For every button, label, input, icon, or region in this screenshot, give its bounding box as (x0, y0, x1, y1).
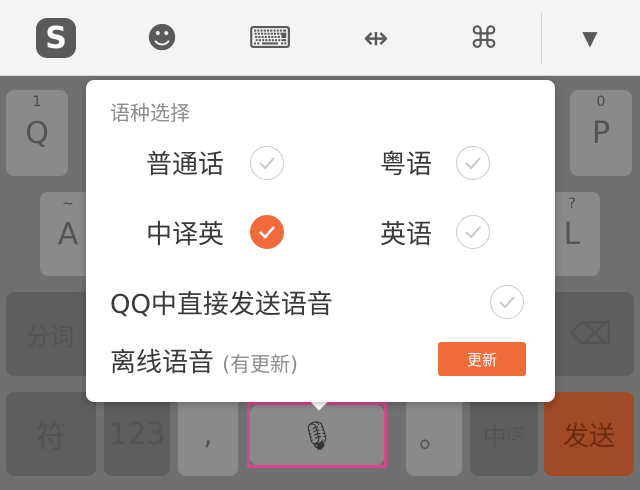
number-label: 123 (108, 416, 166, 452)
send-key[interactable]: 发送 (544, 392, 634, 476)
number-key[interactable]: 123 (104, 392, 170, 476)
key-p[interactable]: 0 P (570, 90, 632, 176)
popup-title: 语种选择 (110, 101, 190, 125)
language-selection-popup: 语种选择 普通话 粤语 中译英 英语 QQ中直接发送语音 离线语音 (有更新) … (86, 80, 555, 402)
period-key[interactable]: 。 (406, 392, 462, 476)
option-zh-to-en-label[interactable]: 中译英 (146, 214, 224, 251)
language-switch-key[interactable]: 中/英 (470, 392, 538, 476)
collapse-keyboard-button[interactable]: ▼ (566, 14, 614, 62)
key-q-sup: 1 (32, 94, 42, 110)
check-icon (465, 226, 481, 239)
key-q-label: Q (25, 115, 49, 151)
keyboard-icon: ⌨ (248, 20, 292, 56)
key-p-sup: 0 (596, 94, 606, 110)
option-mandarin-label[interactable]: 普通话 (146, 144, 224, 181)
key-a-label: A (57, 216, 79, 252)
check-icon (465, 157, 481, 170)
keyboard-toolbar: S ☻ ⌨ ⇹ ⌘ ▼ (0, 0, 640, 76)
offline-update-hint: (有更新) (222, 352, 298, 376)
key-l-label: L (563, 216, 581, 252)
text-cursor-icon: ⇹ (363, 20, 389, 56)
check-icon (499, 296, 515, 309)
option-english-checkbox[interactable] (456, 215, 490, 249)
option-english-label[interactable]: 英语 (380, 214, 432, 251)
option-zh-to-en-checkbox[interactable] (250, 215, 284, 249)
emoji-button[interactable]: ☻ (138, 14, 186, 62)
emoji-icon: ☻ (146, 20, 178, 56)
key-p-label: P (591, 115, 611, 151)
chevron-down-icon: ▼ (582, 26, 598, 50)
check-icon (259, 226, 275, 239)
backspace-icon: ⌫ (569, 316, 613, 352)
fenci-key[interactable]: 分词 (6, 292, 94, 376)
key-q[interactable]: 1 Q (6, 90, 68, 176)
offline-voice-row: 离线语音 (有更新) (110, 342, 298, 379)
sogou-logo-icon: S (36, 18, 76, 58)
qq-direct-send-label[interactable]: QQ中直接发送语音 (110, 284, 333, 321)
sogou-logo-button[interactable]: S (32, 14, 80, 62)
update-button[interactable]: 更新 (438, 342, 526, 376)
toolbar-divider (541, 12, 542, 64)
offline-voice-label: 离线语音 (110, 348, 215, 378)
option-mandarin-checkbox[interactable] (250, 146, 284, 180)
backspace-key[interactable]: ⌫ (548, 292, 634, 376)
option-cantonese-checkbox[interactable] (456, 146, 490, 180)
comma-label: , (203, 416, 213, 452)
cursor-move-button[interactable]: ⇹ (352, 14, 400, 62)
zh-label: 中 (482, 422, 507, 451)
command-button[interactable]: ⌘ (460, 14, 508, 62)
voice-key-highlight (247, 402, 387, 468)
symbol-key[interactable]: 符 (6, 392, 96, 476)
period-label: 。 (419, 420, 449, 455)
command-icon: ⌘ (469, 20, 499, 56)
keyboard-switch-button[interactable]: ⌨ (246, 14, 294, 62)
en-label: /英 (506, 427, 526, 443)
qq-direct-send-checkbox[interactable] (490, 285, 524, 319)
check-icon (259, 157, 275, 170)
fenci-label: 分词 (26, 322, 74, 351)
option-cantonese-label[interactable]: 粤语 (380, 144, 432, 181)
symbol-label: 符 (36, 420, 66, 455)
send-label: 发送 (562, 421, 615, 452)
comma-key[interactable]: , (178, 392, 238, 476)
